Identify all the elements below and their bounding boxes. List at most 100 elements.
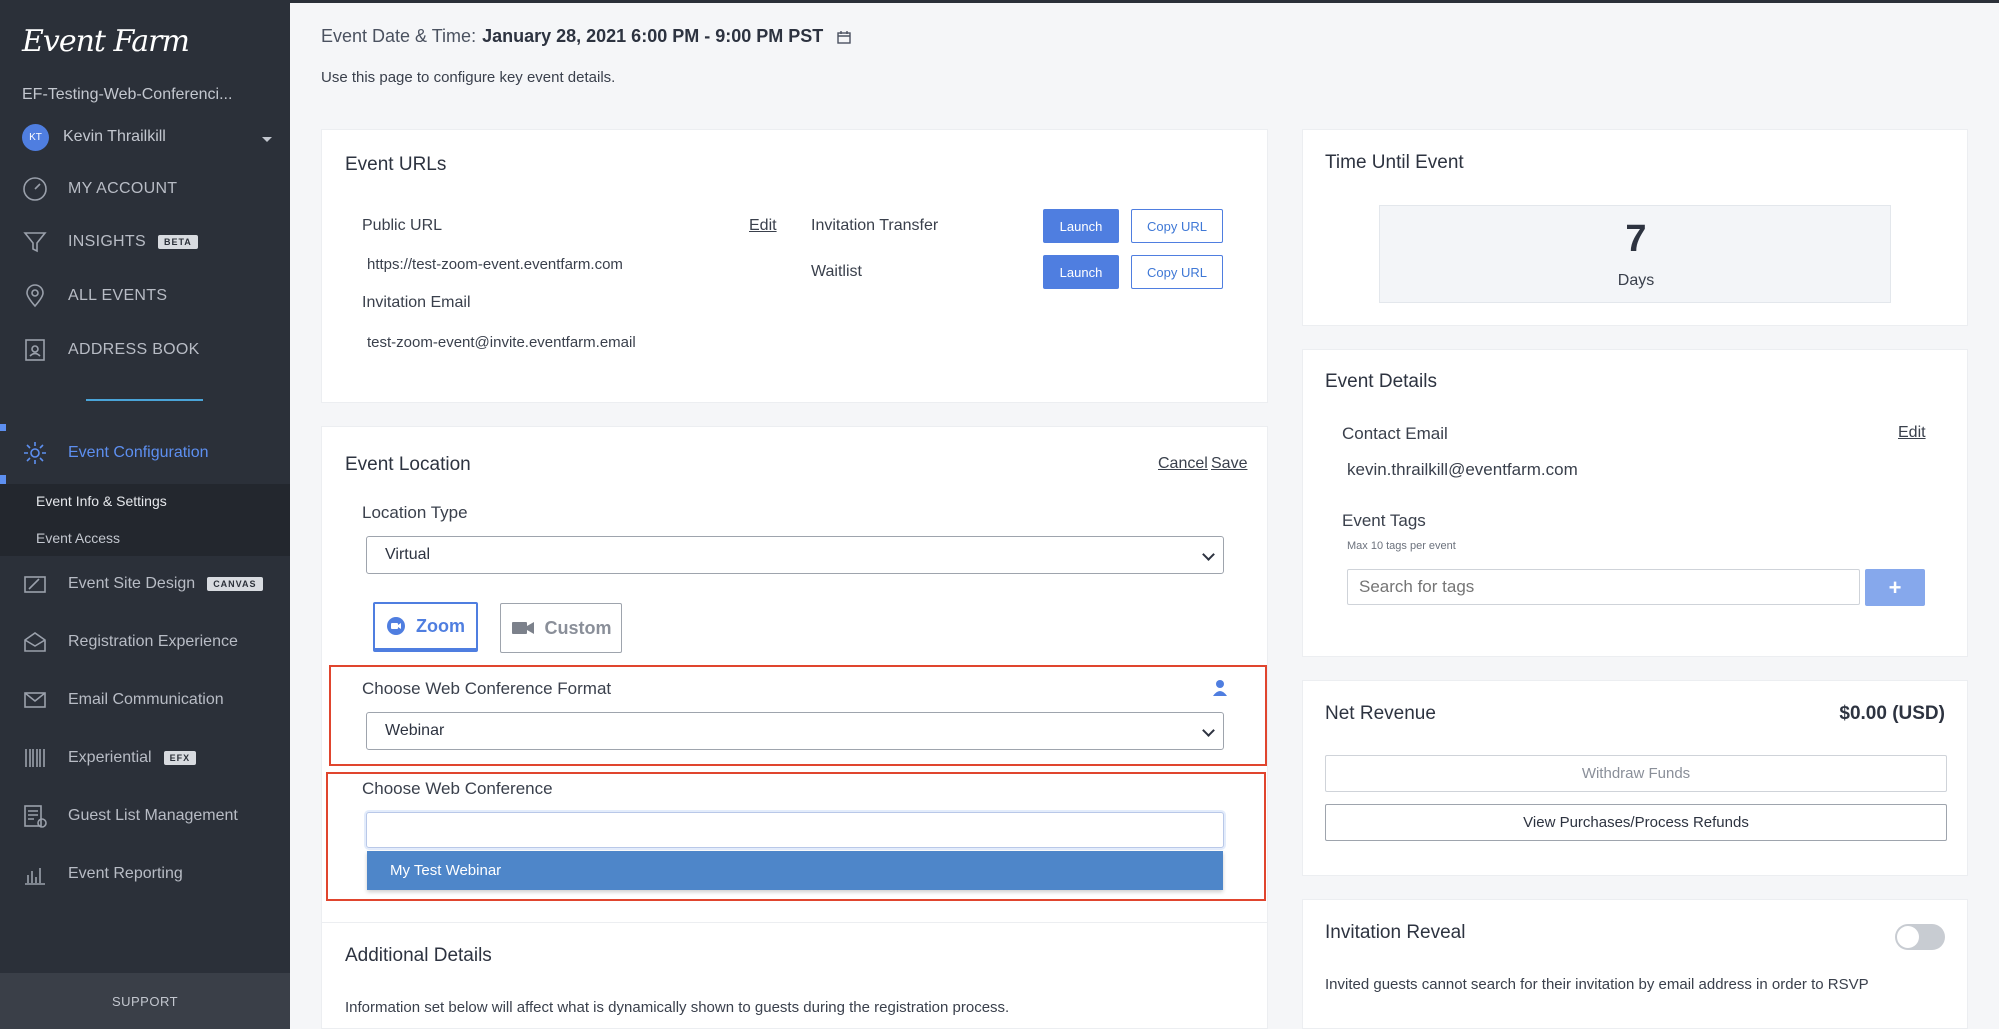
subnav-item-event-info-settings[interactable]: Event Info & Settings xyxy=(36,493,167,509)
contact-email-link[interactable]: kevin.thrailkill@eventfarm.com xyxy=(1347,460,1578,480)
avatar: KT xyxy=(22,123,49,151)
zoom-tab[interactable]: Zoom xyxy=(373,602,478,652)
event-configuration-subnav: Event Info & Settings Event Access xyxy=(0,484,290,556)
public-url-label: Public URL xyxy=(362,217,443,234)
invitation-transfer-label: Invitation Transfer xyxy=(811,217,939,234)
invitation-reveal-card: Invitation Reveal Invited guests cannot … xyxy=(1302,899,1968,1029)
invitation-email-label: Invitation Email xyxy=(362,294,471,311)
event-date-value: January 28, 2021 6:00 PM - 9:00 PM PST xyxy=(482,26,824,46)
invitation-reveal-toggle[interactable] xyxy=(1895,924,1945,950)
sidebar-item-event-reporting[interactable]: Event Reporting xyxy=(0,852,290,896)
waitlist-launch-button[interactable]: Launch xyxy=(1043,255,1119,289)
bar-chart-icon xyxy=(22,861,48,887)
sidebar-item-all-events[interactable]: ALL EVENTS xyxy=(0,274,290,318)
zoom-icon xyxy=(387,617,405,635)
additional-details-title: Additional Details xyxy=(345,945,492,966)
invitation-email-link[interactable]: test-zoom-event@invite.eventfarm.email xyxy=(367,334,636,351)
event-urls-card: Event URLs Public URL Edit https://test-… xyxy=(321,129,1268,403)
location-cancel-link[interactable]: Cancel xyxy=(1158,455,1208,473)
contact-email-label: Contact Email xyxy=(1342,424,1448,443)
location-save-link[interactable]: Save xyxy=(1211,455,1247,473)
location-type-value: Virtual xyxy=(385,546,431,563)
sidebar-item-label: Registration Experience xyxy=(68,633,238,650)
barcode-icon xyxy=(22,745,48,771)
speedometer-icon xyxy=(22,176,48,202)
event-urls-title: Event URLs xyxy=(345,154,447,175)
sidebar-item-address-book[interactable]: ADDRESS BOOK xyxy=(0,328,290,372)
support-button[interactable]: SUPPORT xyxy=(0,973,290,1029)
net-revenue-card: Net Revenue $0.00 (USD) Withdraw Funds V… xyxy=(1302,680,1968,876)
withdraw-funds-button[interactable]: Withdraw Funds xyxy=(1325,755,1947,792)
sidebar-item-label: Experiential xyxy=(68,749,152,766)
user-menu[interactable]: KT Kevin Thrailkill xyxy=(22,122,272,152)
location-type-label: Location Type xyxy=(362,503,468,522)
view-purchases-button[interactable]: View Purchases/Process Refunds xyxy=(1325,804,1947,841)
waitlist-copy-url-button[interactable]: Copy URL xyxy=(1131,255,1223,289)
event-tags-label: Event Tags xyxy=(1342,511,1426,530)
sidebar-item-label: Guest List Management xyxy=(68,807,238,824)
envelope-icon xyxy=(22,687,48,713)
public-url-edit-link[interactable]: Edit xyxy=(749,217,777,235)
countdown-unit: Days xyxy=(1617,272,1655,289)
sidebar-item-my-account[interactable]: MY ACCOUNT xyxy=(0,167,290,211)
invitation-reveal-title: Invitation Reveal xyxy=(1325,922,1466,943)
user-name: Kevin Thrailkill xyxy=(63,128,166,145)
sidebar-item-label: ADDRESS BOOK xyxy=(68,341,200,358)
invitation-reveal-text: Invited guests cannot search for their i… xyxy=(1325,976,1869,993)
invitation-transfer-launch-button[interactable]: Launch xyxy=(1043,209,1119,243)
efx-badge: EFX xyxy=(163,751,197,765)
sidebar-item-guest-list-management[interactable]: Guest List Management xyxy=(0,794,290,838)
calendar-icon[interactable] xyxy=(837,30,851,44)
sidebar-divider xyxy=(86,399,203,401)
time-until-event-card: Time Until Event 7 Days xyxy=(1302,129,1968,326)
zoom-tab-label: Zoom xyxy=(416,615,465,636)
sidebar-item-label: Event Reporting xyxy=(68,865,183,882)
sidebar-item-experiential[interactable]: Experiential EFX xyxy=(0,736,290,780)
additional-details-text: Information set below will affect what i… xyxy=(345,999,1010,1016)
top-border xyxy=(290,0,1999,3)
sidebar-item-label: Event Site Design xyxy=(68,575,196,592)
sidebar-item-label: ALL EVENTS xyxy=(68,287,168,304)
custom-tab[interactable]: Custom xyxy=(500,603,622,653)
sidebar-item-insights[interactable]: INSIGHTS BETA xyxy=(0,220,290,264)
contact-email-edit-link[interactable]: Edit xyxy=(1898,424,1926,442)
invitation-transfer-copy-url-button[interactable]: Copy URL xyxy=(1131,209,1223,243)
envelope-open-icon xyxy=(22,629,48,655)
event-details-card: Event Details Contact Email Edit kevin.t… xyxy=(1302,349,1968,657)
beta-badge: BETA xyxy=(157,235,198,249)
canvas-badge: CANVAS xyxy=(207,577,263,591)
location-pin-icon xyxy=(22,283,48,309)
subnav-item-event-access[interactable]: Event Access xyxy=(36,530,120,546)
video-camera-icon xyxy=(511,622,534,634)
sidebar-item-label: MY ACCOUNT xyxy=(68,180,178,197)
event-location-title: Event Location xyxy=(345,454,471,475)
net-revenue-amount: $0.00 (USD) xyxy=(1839,703,1945,724)
sidebar-item-registration-experience[interactable]: Registration Experience xyxy=(0,620,290,664)
tag-search-input[interactable] xyxy=(1347,569,1860,605)
event-tags-hint: Max 10 tags per event xyxy=(1347,540,1456,552)
chevron-down-icon xyxy=(1202,548,1215,561)
event-date-label: Event Date & Time: xyxy=(321,26,477,46)
sidebar-item-email-communication[interactable]: Email Communication xyxy=(0,678,290,722)
pen-canvas-icon xyxy=(22,571,48,597)
time-until-event-title: Time Until Event xyxy=(1325,152,1464,173)
waitlist-label: Waitlist xyxy=(811,263,862,280)
location-type-select[interactable]: Virtual xyxy=(366,536,1224,574)
public-url-link[interactable]: https://test-zoom-event.eventfarm.com xyxy=(367,256,623,273)
page-intro: Use this page to configure key event det… xyxy=(321,69,616,86)
custom-tab-label: Custom xyxy=(544,617,612,638)
funnel-icon xyxy=(22,229,48,255)
current-event-name[interactable]: EF-Testing-Web-Conferenci... xyxy=(22,86,232,104)
event-details-title: Event Details xyxy=(1325,371,1437,392)
sidebar-item-event-configuration[interactable]: Event Configuration xyxy=(0,431,290,475)
sidebar-item-label: INSIGHTS xyxy=(68,233,146,250)
highlight-box-format xyxy=(329,665,1267,766)
event-date-time: Event Date & Time: January 28, 2021 6:00… xyxy=(321,26,851,47)
sidebar-item-event-site-design[interactable]: Event Site Design CANVAS xyxy=(0,562,290,606)
guest-list-icon xyxy=(22,803,48,829)
sidebar-item-label: Event Configuration xyxy=(68,444,209,461)
countdown-box: 7 Days xyxy=(1379,205,1891,303)
event-farm-logo[interactable]: Event Farm xyxy=(22,24,190,59)
chevron-down-icon xyxy=(262,136,272,142)
add-tag-button[interactable]: + xyxy=(1865,569,1925,606)
